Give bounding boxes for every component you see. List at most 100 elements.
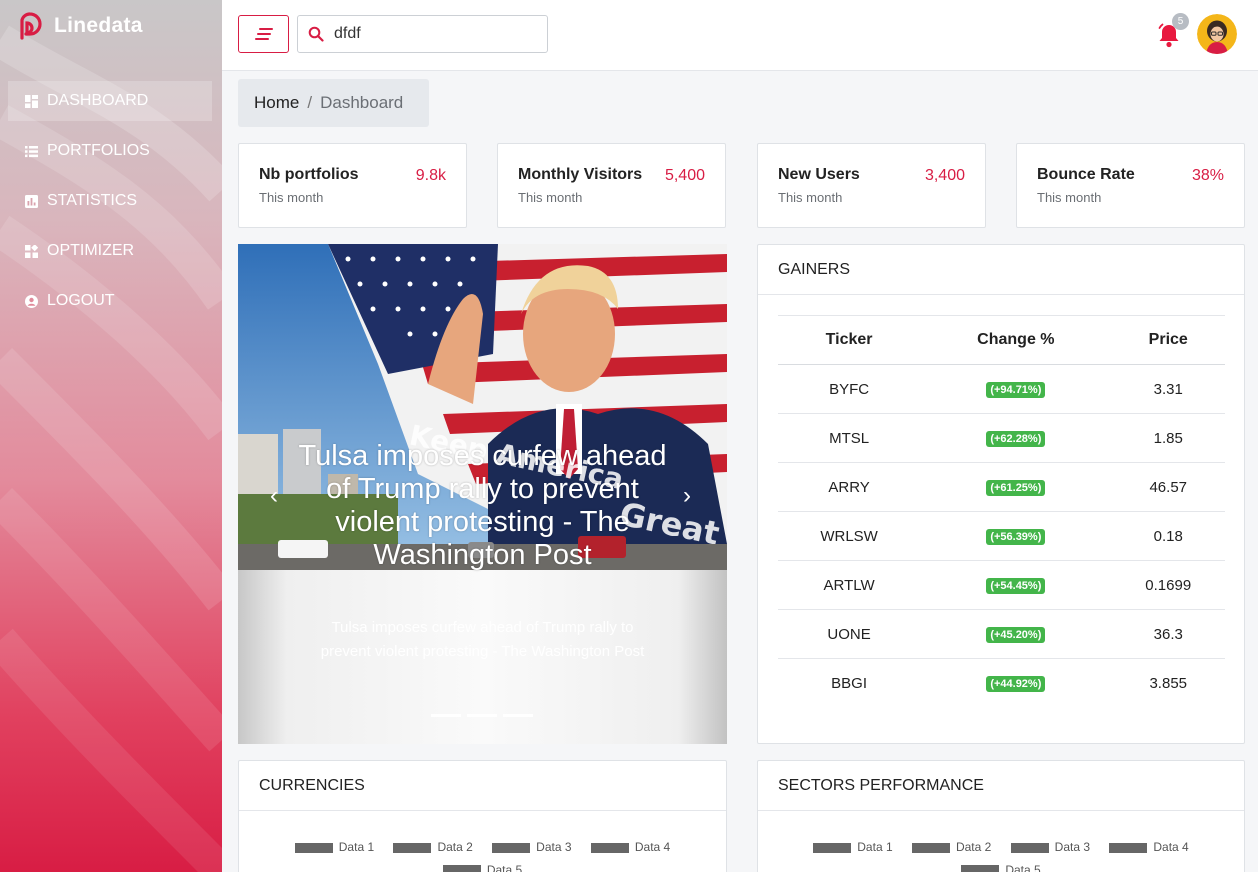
stat-card-bounce-rate: Bounce Rate 38% This month [1016, 143, 1245, 228]
legend-item[interactable]: Data 2 [393, 837, 473, 858]
change-cell: (+54.45%) [920, 560, 1112, 610]
column-header-ticker: Ticker [778, 315, 921, 365]
ticker-cell: WRLSW [778, 511, 921, 561]
price-cell: 1.85 [1111, 413, 1225, 463]
column-header-price: Price [1111, 315, 1225, 365]
sidebar-item-portfolios[interactable]: PORTFOLIOS [8, 131, 212, 171]
sidebar: Linedata DASHBOARD PORTFOLIOS STATISTICS [0, 0, 222, 872]
legend-item[interactable]: Data 1 [813, 837, 893, 858]
gainers-panel: GAINERS Ticker Change % Price BYFC (+94.… [757, 244, 1245, 744]
price-cell: 0.1699 [1111, 560, 1225, 610]
change-badge: (+94.71%) [986, 382, 1046, 398]
panel-title: CURRENCIES [239, 761, 726, 811]
brand-name: Linedata [54, 14, 143, 37]
ticker-cell: ARRY [778, 462, 921, 512]
legend-label: Data 1 [338, 840, 375, 854]
legend-label: Data 3 [1054, 840, 1091, 854]
sidebar-item-label: OPTIMIZER [47, 242, 135, 259]
topbar: 5 [222, 0, 1258, 71]
avatar-image [1197, 14, 1237, 54]
change-badge: (+62.28%) [986, 431, 1046, 447]
change-badge: (+56.39%) [986, 529, 1046, 545]
sidebar-item-statistics[interactable]: STATISTICS [8, 181, 212, 221]
price-cell: 0.18 [1111, 511, 1225, 561]
stat-subtitle: This month [778, 190, 843, 205]
carousel-indicator[interactable] [431, 714, 461, 717]
change-cell: (+44.92%) [920, 659, 1111, 708]
ticker-cell: ARTLW [778, 560, 921, 610]
legend-label: Data 5 [486, 862, 523, 872]
breadcrumb-home-link[interactable]: Home [254, 93, 299, 113]
carousel-indicator[interactable] [467, 714, 497, 717]
sectors-performance-panel: SECTORS PERFORMANCE Data 1 Data 2 Data 3… [757, 760, 1245, 872]
price-cell: 3.31 [1111, 364, 1225, 414]
legend-swatch [1109, 842, 1148, 853]
legend-label: Data 1 [857, 840, 893, 854]
sidebar-item-label: PORTFOLIOS [47, 142, 150, 159]
change-badge: (+44.92%) [986, 676, 1046, 693]
stat-value: 3,400 [924, 167, 965, 184]
legend-label: Data 2 [437, 840, 473, 854]
panel-title: GAINERS [758, 245, 1244, 295]
carousel-next-button[interactable]: › [683, 482, 691, 510]
column-header-change: Change % [920, 315, 1112, 365]
news-carousel[interactable]: Keep America Great Tulsa imposes curfew … [238, 244, 727, 744]
dashboard-icon [25, 94, 38, 108]
legend-item[interactable]: Data 1 [294, 837, 375, 858]
legend-swatch [911, 842, 950, 853]
user-icon [25, 294, 38, 308]
legend-swatch [492, 842, 531, 853]
chart-icon [25, 194, 38, 208]
carousel-caption-text: Tulsa imposes curfew ahead of Trump rall… [320, 619, 645, 660]
legend-item[interactable]: Data 4 [1109, 837, 1189, 858]
table-row: UONE (+45.20%) 36.3 [778, 609, 1225, 659]
legend-item[interactable]: Data 5 [442, 860, 523, 872]
sidebar-item-label: LOGOUT [47, 292, 115, 309]
change-cell: (+45.20%) [920, 609, 1112, 659]
sidebar-item-logout[interactable]: LOGOUT [8, 281, 212, 321]
sidebar-item-optimizer[interactable]: OPTIMIZER [8, 231, 212, 271]
legend-item[interactable]: Data 5 [961, 860, 1041, 872]
table-row: BBGI (+44.92%) 3.855 [778, 659, 1225, 708]
brand-logo-icon [20, 12, 42, 40]
change-badge: (+61.25%) [986, 480, 1046, 496]
breadcrumb: Home / Dashboard [238, 79, 429, 127]
change-cell: (+61.25%) [920, 462, 1112, 512]
stat-card-monthly-visitors: Monthly Visitors 5,400 This month [497, 143, 726, 228]
legend-item[interactable]: Data 4 [590, 837, 670, 858]
menu-toggle-button[interactable] [238, 15, 289, 53]
carousel-indicators [431, 714, 533, 717]
legend-item[interactable]: Data 3 [1010, 837, 1091, 858]
stat-card-new-users: New Users 3,400 This month [757, 143, 986, 228]
notification-count-badge: 5 [1172, 13, 1189, 30]
legend-swatch [294, 842, 333, 853]
breadcrumb-current: Dashboard [320, 93, 404, 112]
panel-title: SECTORS PERFORMANCE [758, 761, 1244, 811]
stat-value: 9.8k [415, 167, 446, 184]
legend-swatch [393, 842, 432, 853]
legend-swatch [1010, 842, 1049, 853]
sidebar-item-label: DASHBOARD [47, 92, 149, 109]
user-avatar[interactable] [1197, 14, 1237, 54]
legend-item[interactable]: Data 3 [492, 837, 572, 858]
carousel-indicator[interactable] [503, 714, 533, 717]
ticker-cell: UONE [778, 609, 921, 659]
carousel-prev-button[interactable]: ‹ [270, 482, 278, 510]
search-input[interactable] [334, 25, 524, 43]
change-cell: (+94.71%) [920, 364, 1112, 414]
legend-swatch [813, 842, 852, 853]
brand[interactable]: Linedata [16, 12, 143, 40]
search-box[interactable] [297, 15, 548, 53]
change-badge: (+45.20%) [986, 627, 1046, 643]
legend-label: Data 2 [955, 840, 992, 854]
stat-subtitle: This month [259, 190, 324, 205]
ticker-cell: BYFC [778, 364, 921, 414]
stat-subtitle: This month [518, 190, 583, 205]
ticker-cell: BBGI [831, 674, 868, 692]
price-cell: 3.855 [1149, 674, 1188, 692]
breadcrumb-separator: / [307, 93, 313, 112]
sidebar-item-dashboard[interactable]: DASHBOARD [8, 81, 212, 121]
table-row: ARRY (+61.25%) 46.57 [778, 462, 1225, 512]
table-row: WRLSW (+56.39%) 0.18 [778, 511, 1225, 561]
legend-item[interactable]: Data 2 [911, 837, 992, 858]
